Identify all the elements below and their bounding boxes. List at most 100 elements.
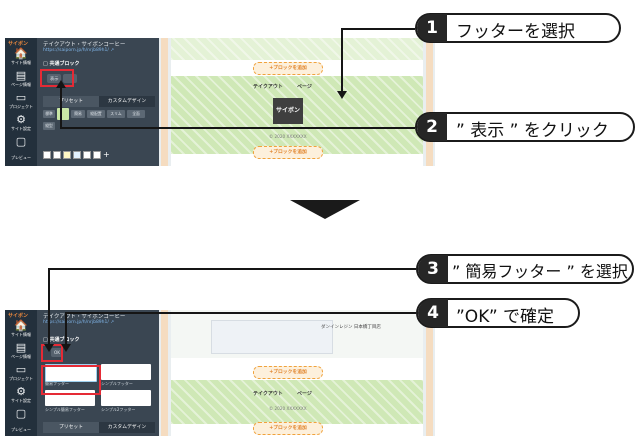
swatch[interactable] xyxy=(93,151,101,159)
footer-option-simple-alt[interactable] xyxy=(101,364,151,380)
nav-site-settings[interactable]: ⚙ サイト設定 xyxy=(5,386,37,404)
add-block-button[interactable]: +ブロックを追加 xyxy=(253,366,323,379)
nav-page-info[interactable]: ▤ ページ情報 xyxy=(5,70,37,88)
tab-custom-design[interactable]: カスタムデザイン xyxy=(99,422,155,433)
monitor-icon: ▭ xyxy=(15,363,27,376)
option-simple[interactable]: 簡易 xyxy=(71,110,85,118)
site-title: テイクアウト・サイボンコーヒー xyxy=(43,42,126,48)
nav-site-info[interactable]: 🏠 サイト情報 xyxy=(5,48,37,66)
app-sidebar: サイボン 🏠 サイト情報 ▤ ページ情報 ▭ プロジェクト ⚙ サイト設定 ▢ プレビュ… xyxy=(5,310,37,436)
nav-preview[interactable]: プレビュー xyxy=(5,155,37,161)
highlight-simple-footer xyxy=(41,365,101,395)
connector-line xyxy=(48,268,50,348)
option-vertical[interactable]: 縦配置 xyxy=(87,110,105,118)
app-sidebar: サイボン 🏠 サイト情報 ▤ ページ情報 ▭ プロジェクト ⚙ サイト設定 ▢ プレビュ… xyxy=(5,38,37,166)
preview-canvas: ダンインレジン 日本橋丁目店 +ブロックを追加 テイクアウト ページ © 202… xyxy=(171,310,423,436)
edit-panel: テイクアウト・サイボンコーヒー https://saiporn.jp/h/nrj… xyxy=(37,38,159,166)
connector-arrowhead-icon xyxy=(56,80,66,88)
option-selected[interactable] xyxy=(57,108,69,120)
home-icon: 🏠 xyxy=(14,47,28,60)
nav-page-info[interactable]: ▤ ページ情報 xyxy=(5,342,37,360)
footer-nav-page[interactable]: ページ xyxy=(297,83,312,90)
footer-option-label-2: シンプルフッター xyxy=(101,381,133,386)
tab-preset[interactable]: プリセット xyxy=(43,96,99,107)
callout-3-number: 3 xyxy=(418,255,448,283)
callout-1-number: 1 xyxy=(417,14,447,42)
connector-arrowhead-icon xyxy=(337,91,347,99)
monitor-icon: ▭ xyxy=(15,91,27,104)
callout-3-text: ” 簡易フッター ” を選択 xyxy=(452,262,628,281)
arrow-down-icon xyxy=(290,200,360,219)
page-icon: ▤ xyxy=(15,69,27,82)
connector-line xyxy=(341,28,343,96)
footer-option-label-3: シンプル簡易フッター xyxy=(45,407,85,412)
footer-option-label-4: シンプル2フッター xyxy=(101,407,136,412)
footer-copyright: © 2020 XXXXXXX xyxy=(269,134,307,139)
tab-custom-design[interactable]: カスタムデザイン xyxy=(99,96,155,107)
pattern-top xyxy=(171,38,423,60)
option-slim[interactable]: スリム xyxy=(107,110,125,118)
map-embed[interactable] xyxy=(211,320,333,354)
connector-arrowhead-icon xyxy=(44,344,54,352)
connector-line xyxy=(65,312,67,348)
footer-nav-takeout[interactable]: テイクアウト xyxy=(253,83,283,90)
add-block-button-2[interactable]: +ブロックを追加 xyxy=(253,146,323,159)
tab-preset[interactable]: プリセット xyxy=(43,422,99,433)
page-icon: ▤ xyxy=(15,341,27,354)
gear-icon: ⚙ xyxy=(16,385,26,398)
nav-device[interactable]: ▢ xyxy=(5,408,37,420)
footer-nav-takeout[interactable]: テイクアウト xyxy=(253,390,283,397)
option-standard[interactable]: 標準 xyxy=(43,110,55,118)
preview-right-margin xyxy=(426,38,433,166)
swatch[interactable] xyxy=(83,151,91,159)
add-block-button-2[interactable]: +ブロックを追加 xyxy=(253,422,323,435)
option-full[interactable]: 全面 xyxy=(127,110,145,118)
swatch[interactable] xyxy=(53,151,61,159)
page-preview: +ブロックを追加 テイクアウト ページ サイボン © 2020 XXXXXXX … xyxy=(159,38,435,166)
add-block-button[interactable]: +ブロックを追加 xyxy=(253,62,323,75)
swatch[interactable] xyxy=(43,151,51,159)
callout-2-text: ” 表示 ” をクリック xyxy=(456,121,609,141)
callout-2-number: 2 xyxy=(417,113,447,141)
preview-left-margin xyxy=(161,310,168,436)
preview-left-margin xyxy=(161,38,168,166)
add-icon[interactable]: + xyxy=(103,151,110,159)
connector-line xyxy=(60,84,62,129)
home-icon: 🏠 xyxy=(14,319,28,332)
nav-preview[interactable]: プレビュー xyxy=(5,427,37,433)
brand-logo: サイボン xyxy=(8,41,29,47)
nav-device[interactable]: ▢ xyxy=(5,136,37,148)
nav-project[interactable]: ▭ プロジェクト xyxy=(5,364,37,382)
map-label: ダンインレジン 日本橋丁目店 xyxy=(321,325,381,330)
nav-site-settings[interactable]: ⚙ サイト設定 xyxy=(5,114,37,132)
footer-option-simple-3[interactable] xyxy=(101,390,151,406)
display-icon: ▢ xyxy=(15,135,27,148)
option-vertical-type[interactable]: 縦型 xyxy=(43,122,55,130)
color-swatches[interactable]: + xyxy=(43,151,110,159)
callout-4-text: ”OK” で確定 xyxy=(456,307,555,327)
site-url[interactable]: https://saiporn.jp/h/nrjb89h1/ ↗ xyxy=(43,48,114,53)
footer-block[interactable] xyxy=(171,380,423,424)
nav-project[interactable]: ▭ プロジェクト xyxy=(5,92,37,110)
footer-copyright: © 2020 XXXXXXX xyxy=(269,406,307,411)
connector-line xyxy=(341,28,415,30)
callout-4-number: 4 xyxy=(418,299,448,327)
site-url[interactable]: https://saiporn.jp/h/nrjb89h1/ ↗ xyxy=(43,320,114,325)
callout-1-text: フッターを選択 xyxy=(456,22,575,42)
page-preview: ダンインレジン 日本橋丁目店 +ブロックを追加 テイクアウト ページ © 202… xyxy=(159,310,435,436)
screenshot-bottom: サイボン 🏠 サイト情報 ▤ ページ情報 ▭ プロジェクト ⚙ サイト設定 ▢ プレビュ… xyxy=(5,310,435,436)
display-icon: ▢ xyxy=(15,407,27,420)
screenshot-top: サイボン 🏠 サイト情報 ▤ ページ情報 ▭ プロジェクト ⚙ サイト設定 ▢ プレビュ… xyxy=(5,38,435,166)
footer-logo: サイボン xyxy=(273,98,303,124)
connector-arrowhead-icon xyxy=(61,344,71,352)
swatch[interactable] xyxy=(73,151,81,159)
footer-nav-page[interactable]: ページ xyxy=(297,390,312,397)
brand-logo: サイボン xyxy=(8,313,29,319)
nav-site-info[interactable]: 🏠 サイト情報 xyxy=(5,320,37,338)
connector-line xyxy=(48,268,416,270)
connector-line xyxy=(60,127,415,129)
preview-right-margin xyxy=(426,310,433,436)
gear-icon: ⚙ xyxy=(16,113,26,126)
section-label: □ 共通ブロック xyxy=(43,61,80,67)
swatch[interactable] xyxy=(63,151,71,159)
